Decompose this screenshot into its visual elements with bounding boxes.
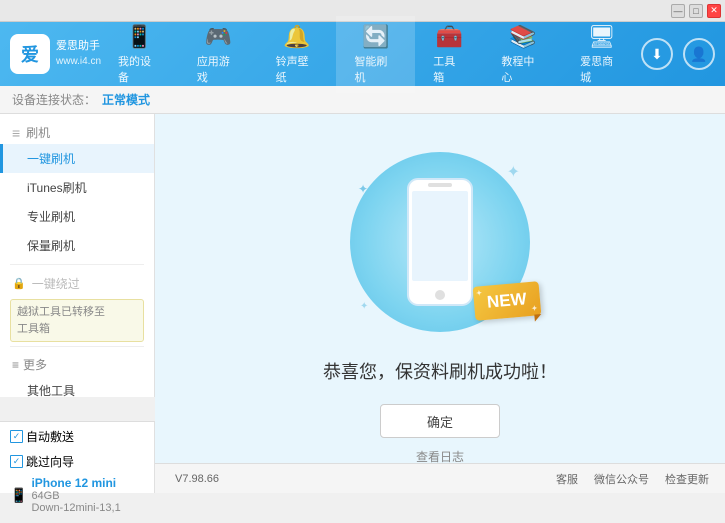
toolbox-icon: 🧰	[436, 24, 463, 50]
device-icon: 📱	[10, 487, 27, 504]
nav-store[interactable]: 🖥 爱思商城	[562, 16, 641, 93]
tutorial-icon: 📚	[509, 24, 536, 50]
nav-ringtone[interactable]: 🔔 铃声壁纸	[258, 16, 337, 93]
header: 爱 爱思助手 www.i4.cn 📱 我的设备 🎮 应用游戏 🔔 铃声壁纸 🔄 …	[0, 22, 725, 86]
logo: 爱 爱思助手 www.i4.cn	[10, 34, 100, 74]
flash-section-icon: ≡	[12, 125, 20, 141]
store-icon: 🖥	[588, 24, 616, 50]
nav-right: ⬇ 👤	[641, 38, 715, 70]
new-badge-after: ✦	[532, 304, 539, 312]
app-game-icon: 🎮	[205, 24, 232, 50]
new-badge-text: NEW	[487, 289, 528, 311]
content-area: ✦ NEW ✦ ✦ ✦ ✦ 恭喜您，保资料刷机成功啦！ 确定 查看日志	[155, 114, 725, 493]
version-label: V7.98.66	[175, 473, 219, 485]
nav-items: 📱 我的设备 🎮 应用游戏 🔔 铃声壁纸 🔄 智能刷机 🧰 工具箱 📚 教程中心…	[100, 16, 641, 93]
device-model: Down-12mini-13,1	[31, 502, 120, 514]
skip-wizard-cb-box: ✓	[10, 455, 23, 468]
device-name: iPhone 12 mini	[31, 476, 120, 490]
maximize-button[interactable]: □	[689, 4, 703, 18]
logo-text: 爱思助手 www.i4.cn	[56, 39, 101, 68]
nav-app-game[interactable]: 🎮 应用游戏	[179, 16, 258, 93]
status-label: 设备连接状态：	[12, 91, 96, 108]
window-controls: — □ ✕	[671, 4, 721, 18]
customer-service-link[interactable]: 客服	[556, 471, 578, 487]
close-button[interactable]: ✕	[707, 4, 721, 18]
divider-1	[10, 264, 144, 265]
logo-icon: 爱	[10, 34, 50, 74]
phone-svg	[400, 177, 480, 307]
minimize-button[interactable]: —	[671, 4, 685, 18]
restore-section-icon: 🔒	[12, 277, 26, 290]
smart-flash-icon: 🔄	[362, 24, 389, 50]
bottom-status-bar: V7.98.66 客服 微信公众号 检查更新	[155, 463, 725, 493]
sidebar-item-other-tools[interactable]: 其他工具	[0, 376, 154, 397]
sidebar: ≡ 刷机 一键刷机 iTunes刷机 专业刷机 保量刷机 🔒 一键绕过 越狱工具…	[0, 114, 155, 397]
new-badge-before: ✦	[476, 289, 483, 297]
sidebar-item-one-click-flash[interactable]: 一键刷机	[0, 144, 154, 173]
nav-smart-flash[interactable]: 🔄 智能刷机	[336, 16, 415, 93]
sparkle-1: ✦	[507, 162, 520, 182]
check-update-link[interactable]: 检查更新	[665, 471, 709, 487]
skip-wizard-checkbox[interactable]: ✓ 跳过向导	[10, 453, 74, 470]
auto-connect-checkbox[interactable]: ✓ 自动敷送	[10, 428, 74, 445]
sidebar-section-flash: ≡ 刷机	[0, 118, 154, 144]
sidebar-section-more: ≡ 更多	[0, 351, 154, 376]
sparkle-3: ✦	[360, 301, 368, 312]
sidebar-item-save-flash[interactable]: 保量刷机	[0, 231, 154, 260]
success-text: 恭喜您，保资料刷机成功啦！	[323, 358, 557, 384]
phone-illustration: ✦ NEW ✦ ✦ ✦ ✦	[340, 142, 540, 342]
wechat-link[interactable]: 微信公众号	[594, 471, 649, 487]
divider-2	[10, 346, 144, 347]
main-layout: ≡ 刷机 一键刷机 iTunes刷机 专业刷机 保量刷机 🔒 一键绕过 越狱工具…	[0, 114, 725, 493]
auto-connect-cb-box: ✓	[10, 430, 23, 443]
device-section: ✓ 自动敷送 ✓ 跳过向导 📱 iPhone 12 mini 64GB Down…	[0, 421, 155, 493]
nav-toolbox[interactable]: 🧰 工具箱	[415, 16, 483, 93]
status-value: 正常模式	[102, 91, 150, 108]
sidebar-section-restore: 🔒 一键绕过	[0, 269, 154, 295]
sidebar-item-pro-flash[interactable]: 专业刷机	[0, 202, 154, 231]
user-button[interactable]: 👤	[683, 38, 715, 70]
sparkle-2: ✦	[358, 182, 368, 196]
ringtone-icon: 🔔	[283, 24, 310, 50]
my-device-icon: 📱	[126, 24, 153, 50]
more-section-icon: ≡	[12, 358, 19, 372]
nav-my-device[interactable]: 📱 我的设备	[100, 16, 179, 93]
circle-background: ✦ NEW ✦ ✦ ✦ ✦	[350, 152, 530, 332]
download-button[interactable]: ⬇	[641, 38, 673, 70]
nav-tutorial[interactable]: 📚 教程中心	[483, 16, 562, 93]
confirm-button[interactable]: 确定	[380, 404, 500, 438]
sidebar-notice: 越狱工具已转移至工具箱	[10, 299, 144, 342]
sidebar-item-itunes-flash[interactable]: iTunes刷机	[0, 173, 154, 202]
device-storage: 64GB	[31, 490, 120, 502]
